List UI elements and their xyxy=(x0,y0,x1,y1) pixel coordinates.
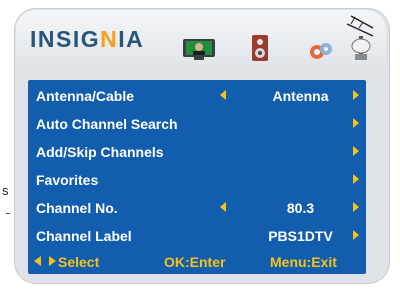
menu-item-antenna-cable[interactable]: Antenna/Cable Antenna xyxy=(28,82,366,110)
menu-item-add-skip-channels[interactable]: Add/Skip Channels xyxy=(28,138,366,166)
menu-item-label: Auto Channel Search xyxy=(36,116,178,132)
menu-item-channel-label[interactable]: Channel Label PBS1DTV xyxy=(28,222,366,250)
menu-item-value: Antenna xyxy=(272,88,329,104)
speaker-icon[interactable] xyxy=(251,34,269,62)
arrow-right-icon[interactable] xyxy=(353,174,359,184)
arrow-right-icon[interactable] xyxy=(353,146,359,156)
menu-item-label: Channel Label xyxy=(36,228,132,244)
menu-item-channel-no[interactable]: Channel No. 80.3 xyxy=(28,194,366,222)
tv-icon[interactable] xyxy=(182,38,216,62)
arrow-right-icon[interactable] xyxy=(353,118,359,128)
arrow-left-icon[interactable] xyxy=(220,202,226,212)
menu-item-label: Add/Skip Channels xyxy=(36,144,164,160)
menu-item-value: PBS1DTV xyxy=(268,228,333,244)
help-select: Select xyxy=(58,254,100,270)
help-bar: Select OK:Enter Menu:Exit xyxy=(28,250,366,274)
arrow-right-icon[interactable] xyxy=(353,202,359,212)
menu-item-label: Favorites xyxy=(36,172,99,188)
arrow-right-icon[interactable] xyxy=(353,90,359,100)
category-icons xyxy=(178,14,378,64)
arrow-right-icon[interactable] xyxy=(353,230,359,240)
menu-item-auto-channel-search[interactable]: Auto Channel Search xyxy=(28,110,366,138)
settings-menu-panel: Antenna/Cable Antenna Auto Channel Searc… xyxy=(28,80,366,274)
cropped-side-text: s xyxy=(2,183,9,198)
menu-item-value: 80.3 xyxy=(286,200,315,216)
menu-item-label: Channel No. xyxy=(36,200,118,216)
left-right-arrows-icon xyxy=(34,256,56,266)
menu-item-favorites[interactable]: Favorites xyxy=(28,166,366,194)
cropped-side-mark xyxy=(6,213,10,214)
help-enter: OK:Enter xyxy=(164,254,226,270)
help-exit: Menu:Exit xyxy=(270,254,337,270)
menu-item-label: Antenna/Cable xyxy=(36,88,135,104)
settings-icon[interactable] xyxy=(308,40,334,62)
brand-logo: INSIGNIA xyxy=(30,26,145,52)
antenna-icon[interactable] xyxy=(345,14,377,64)
arrow-left-icon[interactable] xyxy=(220,90,226,100)
